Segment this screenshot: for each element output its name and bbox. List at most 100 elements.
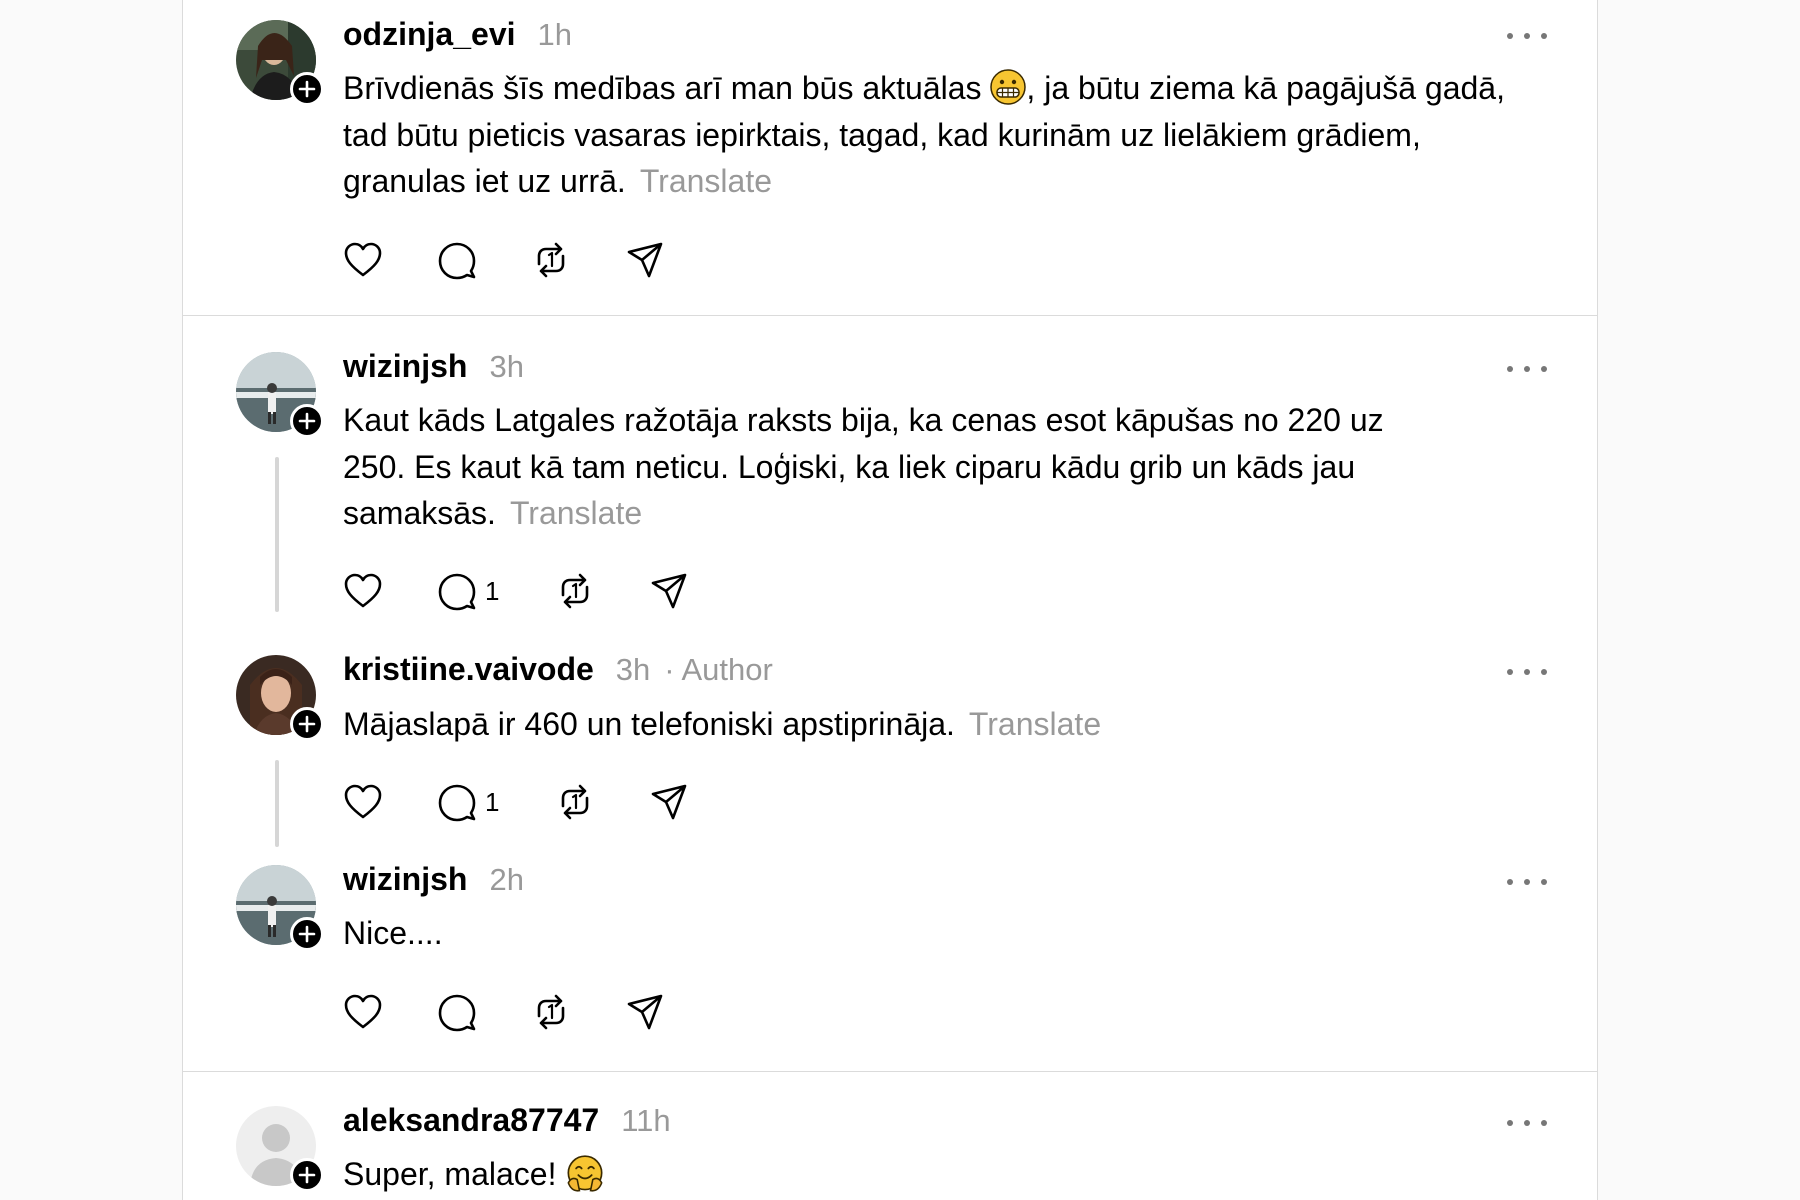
follow-button[interactable] — [290, 404, 324, 438]
more-horizontal-icon — [1507, 879, 1513, 885]
reply-button[interactable] — [437, 990, 531, 1034]
repost-icon — [537, 242, 565, 278]
repost-icon — [561, 784, 589, 820]
share-button[interactable] — [649, 569, 743, 613]
username[interactable]: kristiine.vaivode — [343, 651, 594, 688]
share-button[interactable] — [625, 990, 719, 1034]
comment-text: Brīvdienās šīs medības arī man būs aktuā… — [343, 65, 1543, 205]
comment-text-part: Super, malace! — [343, 1156, 566, 1192]
avatar[interactable] — [236, 1106, 324, 1192]
follow-button[interactable] — [290, 917, 324, 951]
more-options-button[interactable] — [1507, 26, 1547, 46]
like-button[interactable] — [343, 780, 437, 824]
timestamp[interactable]: 1h — [538, 17, 572, 53]
timestamp[interactable]: 11h — [621, 1103, 670, 1139]
comment-header: wizinjsh 2h — [343, 861, 524, 898]
avatar[interactable] — [236, 865, 324, 951]
comment-header: kristiine.vaivode 3h · Author — [343, 651, 773, 688]
more-options-button[interactable] — [1507, 1113, 1547, 1133]
action-bar: 1 — [343, 569, 743, 613]
share-button[interactable] — [649, 780, 743, 824]
comment-text: Mājaslapā ir 460 un telefoniski apstipri… — [343, 701, 1543, 748]
action-bar — [343, 990, 719, 1034]
timestamp[interactable]: 3h — [616, 652, 650, 688]
follow-button[interactable] — [290, 707, 324, 741]
avatar[interactable] — [236, 655, 324, 741]
more-horizontal-icon — [1507, 669, 1513, 675]
plus-icon — [298, 715, 316, 733]
heart-icon — [344, 994, 382, 1029]
thread-line — [275, 760, 279, 847]
comment-text: Nice.... — [343, 910, 1543, 957]
like-button[interactable] — [343, 990, 437, 1034]
comment-icon — [438, 242, 476, 280]
reply-count: 1 — [485, 575, 500, 606]
share-button[interactable] — [625, 238, 719, 282]
plus-icon — [298, 80, 316, 98]
more-options-button[interactable] — [1507, 662, 1547, 682]
timestamp[interactable]: 2h — [489, 862, 523, 898]
heart-icon — [344, 573, 382, 608]
reply-button[interactable]: 1 — [437, 569, 555, 613]
like-button[interactable] — [343, 238, 437, 282]
username[interactable]: aleksandra87747 — [343, 1102, 599, 1139]
comments-feed: odzinja_evi 1h Brīvdienās šīs medības ar… — [182, 0, 1598, 1200]
repost-button[interactable] — [555, 569, 649, 613]
more-horizontal-icon — [1507, 1120, 1513, 1126]
reply-count: 1 — [485, 786, 500, 817]
plus-icon — [298, 925, 316, 943]
grimacing-face-emoji — [990, 69, 1027, 105]
heart-icon — [344, 784, 382, 819]
comment-header: aleksandra87747 11h — [343, 1102, 671, 1139]
comment-text-part: Nice.... — [343, 915, 443, 951]
comment-text-part: Brīvdienās šīs medības arī man būs aktuā… — [343, 70, 991, 106]
plus-icon — [298, 1166, 316, 1184]
comment-icon — [438, 573, 476, 611]
repost-icon — [561, 573, 589, 609]
avatar[interactable] — [236, 20, 324, 106]
comment-icon — [438, 784, 476, 822]
follow-button[interactable] — [290, 72, 324, 106]
comment-text: Kaut kāds Latgales ražotāja raksts bija,… — [343, 397, 1403, 537]
smiling-face-with-open-hands-emoji — [567, 1155, 603, 1192]
send-icon — [627, 994, 663, 1030]
send-icon — [651, 784, 687, 820]
translate-link[interactable]: Translate — [510, 495, 642, 531]
timestamp[interactable]: 3h — [489, 349, 523, 385]
like-button[interactable] — [343, 569, 437, 613]
comment-thread: odzinja_evi 1h Brīvdienās šīs medības ar… — [183, 0, 1597, 316]
repost-button[interactable] — [555, 780, 649, 824]
repost-button[interactable] — [531, 238, 625, 282]
more-horizontal-icon — [1507, 33, 1513, 39]
translate-link[interactable]: Translate — [969, 706, 1101, 742]
username[interactable]: odzinja_evi — [343, 16, 516, 53]
more-options-button[interactable] — [1507, 872, 1547, 892]
reply-button[interactable] — [437, 238, 531, 282]
more-horizontal-icon — [1507, 366, 1513, 372]
thread-line — [275, 457, 279, 612]
reply-button[interactable]: 1 — [437, 780, 555, 824]
comment-text: Super, malace! — [343, 1151, 1543, 1198]
heart-icon — [344, 242, 382, 277]
author-badge: · Author — [664, 652, 773, 687]
comment-text-part: Mājaslapā ir 460 un telefoniski apstipri… — [343, 706, 955, 742]
comment-header: odzinja_evi 1h — [343, 16, 572, 53]
follow-button[interactable] — [290, 1158, 324, 1192]
repost-button[interactable] — [531, 990, 625, 1034]
repost-icon — [537, 994, 565, 1030]
send-icon — [651, 573, 687, 609]
username[interactable]: wizinjsh — [343, 348, 467, 385]
comment-icon — [438, 994, 476, 1032]
comment-thread: aleksandra87747 11h Super, malace! — [183, 1072, 1597, 1200]
more-options-button[interactable] — [1507, 359, 1547, 379]
action-bar — [343, 238, 719, 282]
comment-text-part: Kaut kāds Latgales ražotāja raksts bija,… — [343, 402, 1384, 531]
comment-header: wizinjsh 3h — [343, 348, 524, 385]
comment-thread: wizinjsh 3h Kaut kāds Latgales ražotāja … — [183, 316, 1597, 1072]
send-icon — [627, 242, 663, 278]
username[interactable]: wizinjsh — [343, 861, 467, 898]
avatar[interactable] — [236, 352, 324, 438]
translate-link[interactable]: Translate — [640, 163, 772, 199]
action-bar: 1 — [343, 780, 743, 824]
plus-icon — [298, 412, 316, 430]
